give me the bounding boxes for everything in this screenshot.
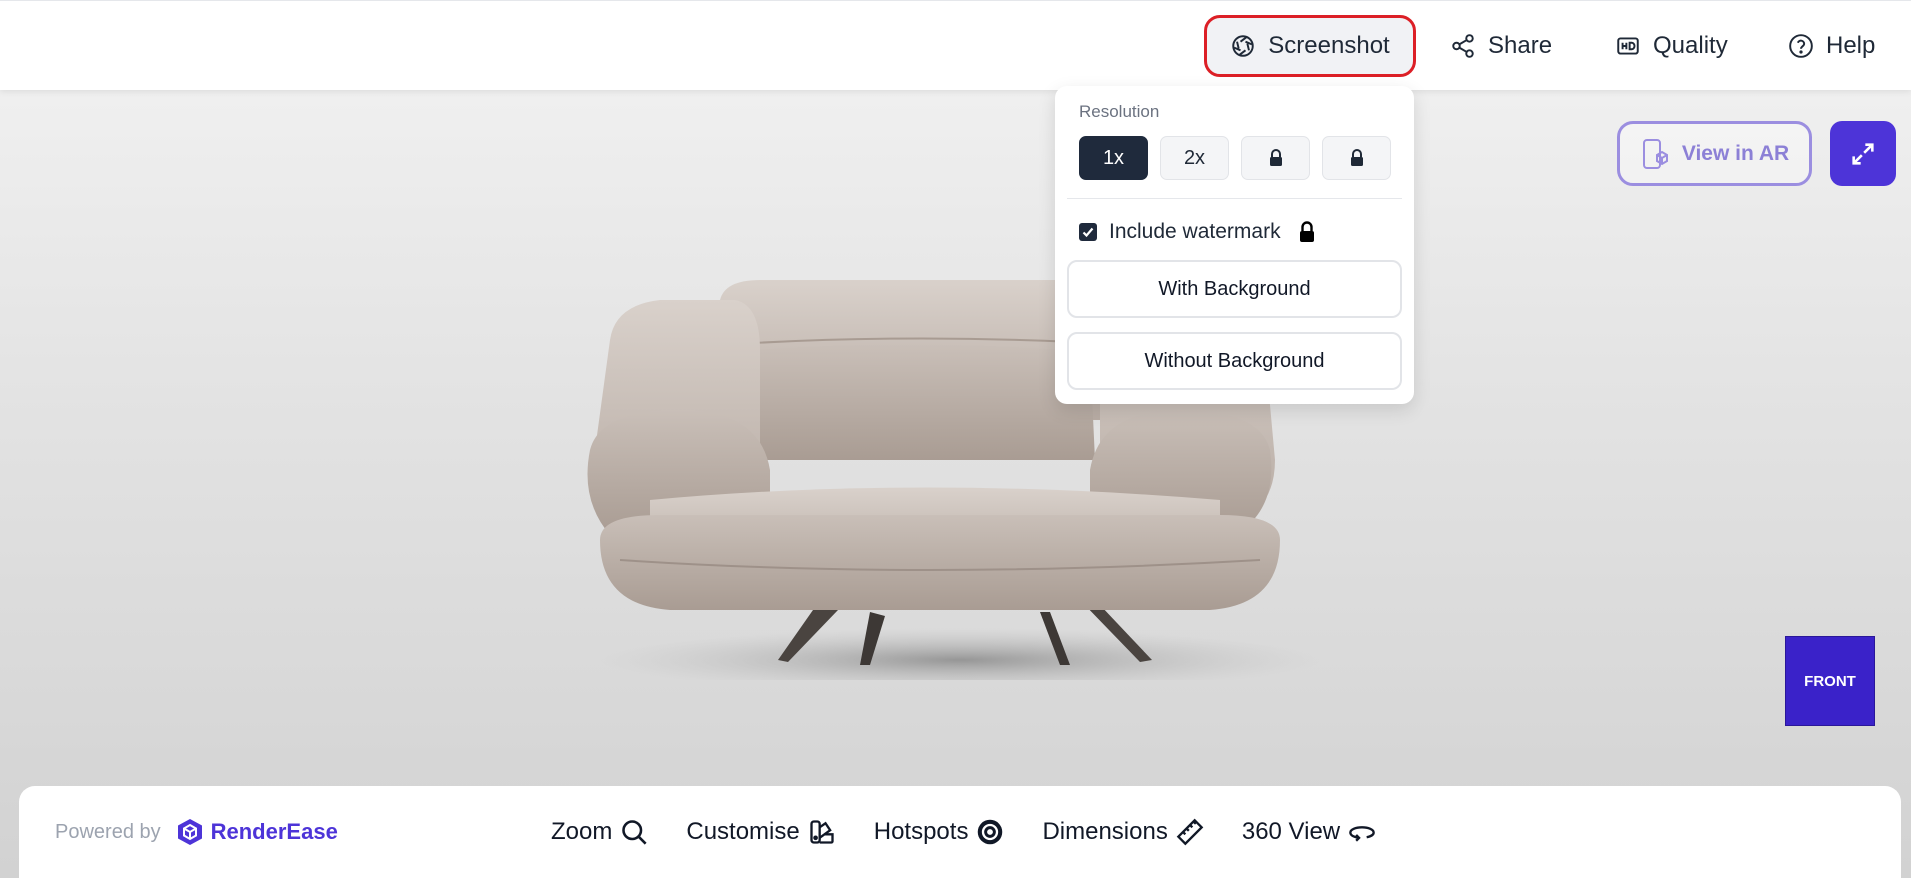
share-label: Share — [1488, 32, 1553, 59]
view-360-label: 360 View — [1241, 818, 1341, 845]
quality-label: Quality — [1653, 32, 1728, 59]
view-cube-front[interactable]: FRONT — [1785, 636, 1875, 726]
help-label: Help — [1826, 32, 1876, 59]
screenshot-label: Screenshot — [1268, 32, 1390, 59]
resolution-options: 1x 2x — [1079, 136, 1391, 180]
watermark-label: Include watermark — [1109, 220, 1281, 243]
powered-by-label: Powered by — [55, 820, 161, 843]
resolution-locked-button[interactable] — [1241, 136, 1310, 180]
check-icon — [1082, 227, 1094, 238]
target-icon — [978, 819, 1003, 845]
resolution-1x-button[interactable]: 1x — [1079, 136, 1148, 180]
hotspots-button[interactable]: Hotspots — [874, 818, 1005, 846]
zoom-button[interactable]: Zoom — [551, 818, 648, 846]
ar-phone-icon — [1642, 138, 1668, 169]
hd-icon — [1617, 37, 1639, 55]
zoom-label: Zoom — [551, 818, 613, 845]
hotspots-label: Hotspots — [873, 818, 969, 845]
help-circle-icon — [1789, 34, 1813, 58]
view-in-ar-label: View in AR — [1681, 141, 1790, 165]
lock-icon — [1269, 149, 1282, 166]
aperture-icon — [1232, 35, 1255, 57]
fullscreen-button[interactable] — [1830, 121, 1896, 186]
cube-logo-icon — [177, 819, 202, 845]
brand-name: RenderEase — [210, 819, 338, 844]
watermark-checkbox[interactable] — [1079, 223, 1097, 241]
share-icon — [1452, 34, 1474, 58]
dimensions-label: Dimensions — [1042, 818, 1168, 845]
screenshot-button[interactable]: Screenshot — [1204, 15, 1416, 77]
help-button[interactable]: Help — [1788, 15, 1875, 77]
swatch-icon — [810, 820, 834, 844]
top-toolbar: Screenshot Share Quality Help — [0, 0, 1911, 90]
powered-by: Powered by RenderEase — [55, 786, 338, 878]
menu-divider — [1067, 198, 1402, 199]
share-button[interactable]: Share — [1450, 15, 1552, 77]
lock-icon — [1350, 149, 1363, 166]
view-in-ar-button[interactable]: View in AR — [1617, 121, 1812, 186]
viewer-tools: Zoom Customise Hotspots Dimensions 360 V… — [551, 786, 1376, 878]
watermark-row: Include watermark — [1079, 220, 1317, 244]
with-background-button[interactable]: With Background — [1067, 260, 1402, 318]
resolution-2x-button[interactable]: 2x — [1160, 136, 1229, 180]
lock-icon — [1299, 221, 1314, 242]
screenshot-menu: Resolution 1x 2x Include watermark With … — [1055, 86, 1414, 404]
rotate-360-icon — [1349, 826, 1375, 842]
resolution-locked-button[interactable] — [1322, 136, 1391, 180]
ruler-icon — [1176, 818, 1204, 846]
search-icon — [622, 820, 647, 845]
view-360-button[interactable]: 360 View — [1242, 818, 1376, 846]
bottom-toolbar: Powered by RenderEase Zoom Customise Hot… — [19, 786, 1901, 878]
brand-logo[interactable]: RenderEase — [175, 817, 338, 847]
customise-label: Customise — [686, 818, 800, 845]
without-background-button[interactable]: Without Background — [1067, 332, 1402, 390]
expand-icon — [1852, 142, 1874, 165]
resolution-label: Resolution — [1079, 102, 1160, 121]
quality-button[interactable]: Quality — [1615, 15, 1728, 77]
dimensions-button[interactable]: Dimensions — [1042, 818, 1204, 846]
customise-button[interactable]: Customise — [686, 818, 835, 846]
